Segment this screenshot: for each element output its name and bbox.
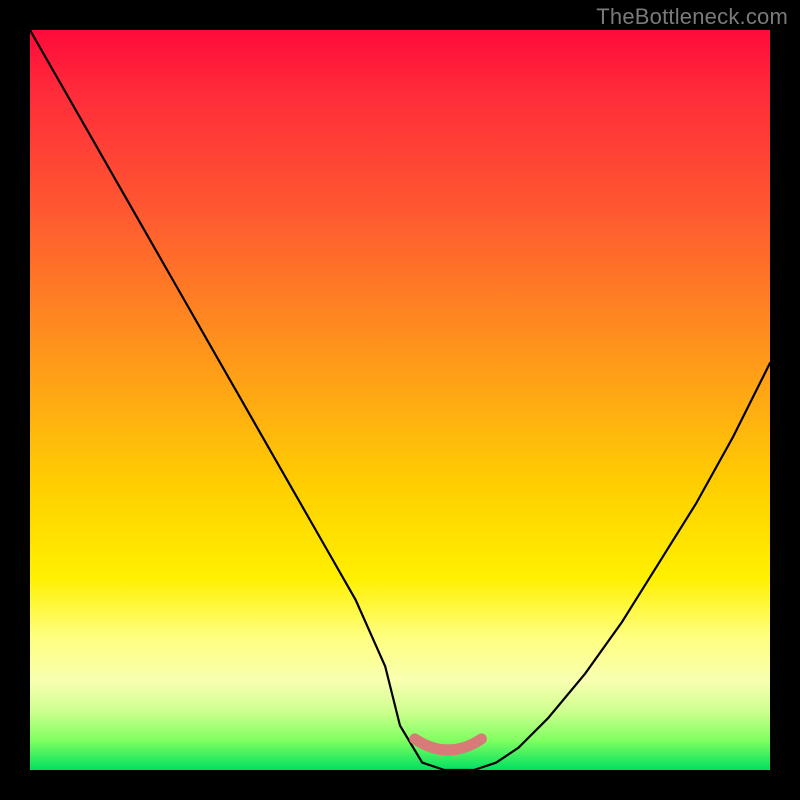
trough-marker [415,739,482,750]
watermark-text: TheBottleneck.com [596,4,788,30]
chart-frame: TheBottleneck.com [0,0,800,800]
bottleneck-curve-path [30,30,770,770]
bottleneck-curve-svg [30,30,770,770]
plot-area [30,30,770,770]
